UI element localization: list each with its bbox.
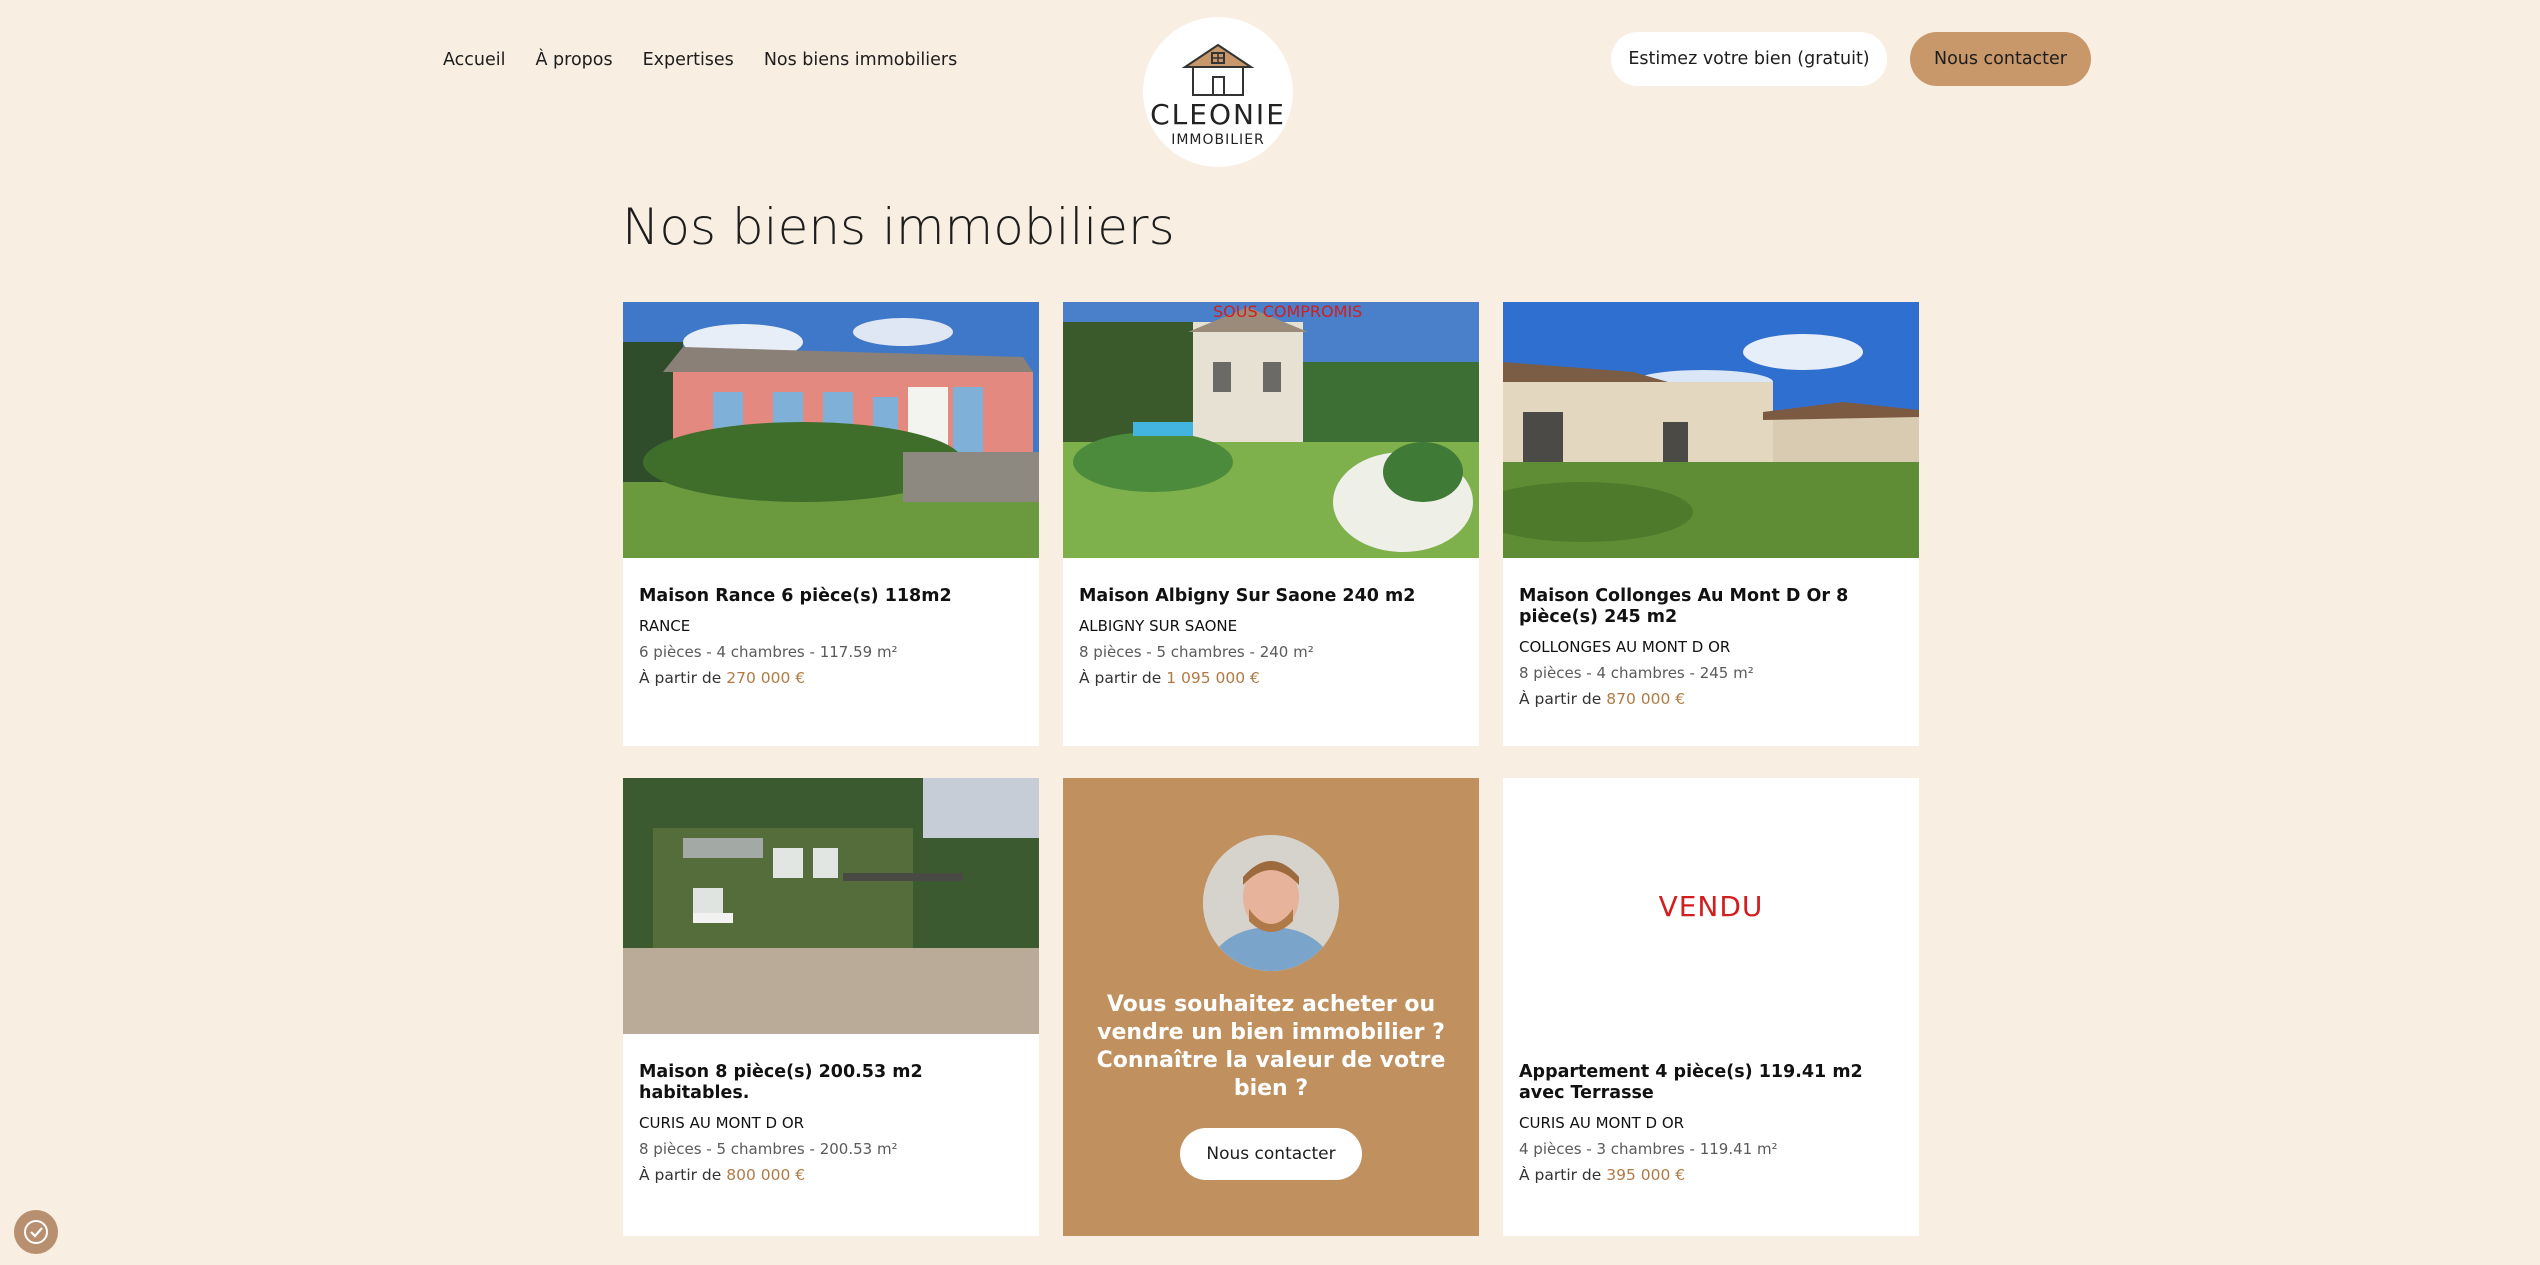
- listing-card[interactable]: VENDU Appartement 4 pièce(s) 119.41 m2 a…: [1503, 778, 1919, 1236]
- listing-card[interactable]: Maison Rance 6 pièce(s) 118m2 RANCE 6 pi…: [623, 302, 1039, 746]
- listing-price: 395 000 €: [1606, 1166, 1686, 1184]
- listing-title: Maison Rance 6 pièce(s) 118m2: [639, 586, 952, 606]
- listing-price-line: À partir de 870 000 €: [1519, 690, 1903, 708]
- listing-title: Maison Albigny Sur Saone 240 m2: [1079, 586, 1416, 606]
- listing-details: 8 pièces - 5 chambres - 200.53 m²: [639, 1140, 898, 1158]
- contact-promo-card: Vous souhaitez acheter ou vendre un bien…: [1063, 778, 1479, 1236]
- site-logo[interactable]: CLEONIE IMMOBILIER: [1143, 17, 1293, 167]
- cookie-settings-icon[interactable]: [14, 1210, 58, 1254]
- listing-price-line: À partir de 270 000 €: [639, 669, 1023, 687]
- agent-avatar: [1203, 835, 1339, 971]
- listing-title: Maison Collonges Au Mont D Or 8 pièce(s)…: [1519, 586, 1849, 627]
- listing-price: 270 000 €: [726, 669, 806, 687]
- nav-accueil[interactable]: Accueil: [443, 50, 506, 70]
- logo-subtitle: IMMOBILIER: [1171, 131, 1265, 148]
- listing-price-line: À partir de 395 000 €: [1519, 1166, 1903, 1184]
- listing-card[interactable]: Maison Collonges Au Mont D Or 8 pièce(s)…: [1503, 302, 1919, 746]
- price-prefix: À partir de: [1519, 1166, 1602, 1184]
- listing-price-line: À partir de 800 000 €: [639, 1166, 1023, 1184]
- listing-photo: [623, 778, 1039, 1034]
- house-icon: [1181, 43, 1255, 96]
- page-title: Nos biens immobiliers: [622, 198, 1175, 256]
- listing-city: RANCE: [639, 617, 691, 635]
- price-prefix: À partir de: [639, 1166, 722, 1184]
- listing-price-line: À partir de 1 095 000 €: [1079, 669, 1463, 687]
- promo-text: Vous souhaitez acheter ou vendre un bien…: [1096, 992, 1446, 1101]
- listing-city: COLLONGES AU MONT D OR: [1519, 638, 1731, 656]
- listing-city: ALBIGNY SUR SAONE: [1079, 617, 1238, 635]
- promo-contact-button[interactable]: Nous contacter: [1180, 1128, 1362, 1180]
- contact-button[interactable]: Nous contacter: [1910, 32, 2091, 86]
- listing-price: 800 000 €: [726, 1166, 806, 1184]
- listing-city: CURIS AU MONT D OR: [639, 1114, 805, 1132]
- listing-city: CURIS AU MONT D OR: [1519, 1114, 1685, 1132]
- price-prefix: À partir de: [1079, 669, 1162, 687]
- nav-expertises[interactable]: Expertises: [643, 50, 734, 70]
- listing-details: 4 pièces - 3 chambres - 119.41 m²: [1519, 1140, 1778, 1158]
- listing-details: 8 pièces - 5 chambres - 240 m²: [1079, 643, 1314, 661]
- listing-photo: [1503, 302, 1919, 558]
- status-overlay: SOUS COMPROMIS: [1213, 302, 1363, 321]
- listing-title: Appartement 4 pièce(s) 119.41 m2 avec Te…: [1519, 1062, 1863, 1103]
- estimate-button[interactable]: Estimez votre bien (gratuit): [1611, 32, 1887, 86]
- listing-price: 1 095 000 €: [1166, 669, 1260, 687]
- main-nav: Accueil À propos Expertises Nos biens im…: [443, 50, 957, 70]
- sold-label: VENDU: [1658, 889, 1764, 923]
- sold-photo: VENDU: [1503, 778, 1919, 1034]
- price-prefix: À partir de: [639, 669, 722, 687]
- nav-nos-biens[interactable]: Nos biens immobiliers: [764, 50, 957, 70]
- listing-details: 8 pièces - 4 chambres - 245 m²: [1519, 664, 1754, 682]
- listing-details: 6 pièces - 4 chambres - 117.59 m²: [639, 643, 898, 661]
- price-prefix: À partir de: [1519, 690, 1602, 708]
- listing-card[interactable]: Maison 8 pièce(s) 200.53 m2 habitables. …: [623, 778, 1039, 1236]
- listing-title: Maison 8 pièce(s) 200.53 m2 habitables.: [639, 1062, 923, 1103]
- listing-card[interactable]: SOUS COMPROMIS Maison Albigny Sur Saone …: [1063, 302, 1479, 746]
- listing-price: 870 000 €: [1606, 690, 1686, 708]
- listing-photo: [623, 302, 1039, 558]
- listing-photo: [1063, 302, 1479, 558]
- nav-a-propos[interactable]: À propos: [536, 50, 613, 70]
- logo-name: CLEONIE: [1150, 97, 1286, 131]
